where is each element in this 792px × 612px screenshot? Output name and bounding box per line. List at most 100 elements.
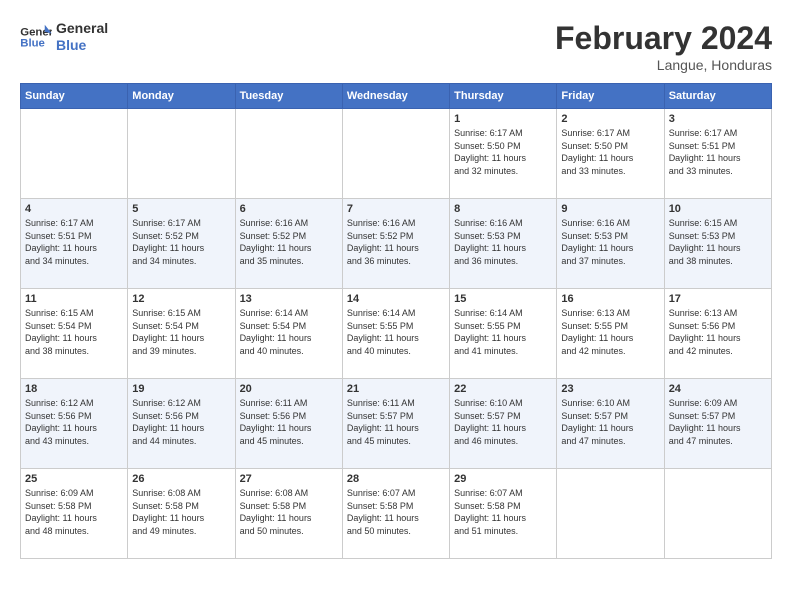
week-row-3: 18 Sunrise: 6:12 AM Sunset: 5:56 PM Dayli…	[21, 379, 772, 469]
day-cell: 16 Sunrise: 6:13 AM Sunset: 5:55 PM Dayli…	[557, 289, 664, 379]
header-cell-friday: Friday	[557, 84, 664, 109]
header-cell-thursday: Thursday	[450, 84, 557, 109]
day-info: Sunrise: 6:07 AM Sunset: 5:58 PM Dayligh…	[454, 487, 552, 537]
day-number: 15	[454, 293, 552, 305]
day-cell: 26 Sunrise: 6:08 AM Sunset: 5:58 PM Dayli…	[128, 469, 235, 559]
day-number: 7	[347, 203, 445, 215]
day-cell: 3 Sunrise: 6:17 AM Sunset: 5:51 PM Daylig…	[664, 109, 771, 199]
day-info: Sunrise: 6:11 AM Sunset: 5:56 PM Dayligh…	[240, 397, 338, 447]
day-cell: 10Sunrise: 6:15 AM Sunset: 5:53 PM Dayli…	[664, 199, 771, 289]
day-number: 21	[347, 383, 445, 395]
day-number: 8	[454, 203, 552, 215]
day-cell: 7Sunrise: 6:16 AM Sunset: 5:52 PM Daylig…	[342, 199, 449, 289]
day-cell	[128, 109, 235, 199]
day-info: Sunrise: 6:14 AM Sunset: 5:55 PM Dayligh…	[454, 307, 552, 357]
day-number: 1	[454, 113, 552, 125]
day-cell: 6 Sunrise: 6:16 AM Sunset: 5:52 PM Daylig…	[235, 199, 342, 289]
day-number: 22	[454, 383, 552, 395]
day-number: 25	[25, 473, 123, 485]
calendar-header: SundayMondayTuesdayWednesdayThursdayFrid…	[21, 84, 772, 109]
day-number: 28	[347, 473, 445, 485]
day-cell	[664, 469, 771, 559]
day-info: Sunrise: 6:17 AM Sunset: 5:51 PM Dayligh…	[669, 127, 767, 177]
day-info: Sunrise: 6:17 AM Sunset: 5:50 PM Dayligh…	[454, 127, 552, 177]
day-info: Sunrise: 6:17 AM Sunset: 5:51 PM Dayligh…	[25, 217, 123, 267]
day-info: Sunrise: 6:13 AM Sunset: 5:56 PM Dayligh…	[669, 307, 767, 357]
day-number: 16	[561, 293, 659, 305]
day-cell: 29Sunrise: 6:07 AM Sunset: 5:58 PM Dayli…	[450, 469, 557, 559]
day-info: Sunrise: 6:16 AM Sunset: 5:53 PM Dayligh…	[454, 217, 552, 267]
day-info: Sunrise: 6:17 AM Sunset: 5:52 PM Dayligh…	[132, 217, 230, 267]
day-number: 10	[669, 203, 767, 215]
day-number: 9	[561, 203, 659, 215]
day-info: Sunrise: 6:17 AM Sunset: 5:50 PM Dayligh…	[561, 127, 659, 177]
week-row-2: 11Sunrise: 6:15 AM Sunset: 5:54 PM Dayli…	[21, 289, 772, 379]
logo-icon: General Blue	[20, 23, 52, 51]
day-cell	[342, 109, 449, 199]
day-cell	[557, 469, 664, 559]
day-info: Sunrise: 6:09 AM Sunset: 5:58 PM Dayligh…	[25, 487, 123, 537]
header-cell-saturday: Saturday	[664, 84, 771, 109]
day-cell: 28 Sunrise: 6:07 AM Sunset: 5:58 PM Dayli…	[342, 469, 449, 559]
day-cell: 12Sunrise: 6:15 AM Sunset: 5:54 PM Dayli…	[128, 289, 235, 379]
day-number: 12	[132, 293, 230, 305]
day-info: Sunrise: 6:07 AM Sunset: 5:58 PM Dayligh…	[347, 487, 445, 537]
day-cell	[235, 109, 342, 199]
svg-text:Blue: Blue	[20, 37, 45, 49]
calendar-subtitle: Langue, Honduras	[555, 57, 772, 73]
day-cell: 25 Sunrise: 6:09 AM Sunset: 5:58 PM Dayli…	[21, 469, 128, 559]
logo-text-general: General	[56, 20, 108, 37]
day-cell: 24Sunrise: 6:09 AM Sunset: 5:57 PM Dayli…	[664, 379, 771, 469]
day-number: 2	[561, 113, 659, 125]
day-info: Sunrise: 6:08 AM Sunset: 5:58 PM Dayligh…	[132, 487, 230, 537]
logo: General Blue General Blue	[20, 20, 108, 54]
week-row-4: 25 Sunrise: 6:09 AM Sunset: 5:58 PM Dayli…	[21, 469, 772, 559]
logo-text-blue: Blue	[56, 37, 108, 54]
day-cell: 20 Sunrise: 6:11 AM Sunset: 5:56 PM Dayli…	[235, 379, 342, 469]
day-cell: 23 Sunrise: 6:10 AM Sunset: 5:57 PM Dayli…	[557, 379, 664, 469]
page-header: General Blue General Blue February 2024 …	[20, 20, 772, 73]
calendar-title: February 2024	[555, 20, 772, 57]
header-cell-sunday: Sunday	[21, 84, 128, 109]
day-cell: 19 Sunrise: 6:12 AM Sunset: 5:56 PM Dayli…	[128, 379, 235, 469]
day-cell: 5Sunrise: 6:17 AM Sunset: 5:52 PM Daylig…	[128, 199, 235, 289]
day-cell: 13 Sunrise: 6:14 AM Sunset: 5:54 PM Dayli…	[235, 289, 342, 379]
header-cell-monday: Monday	[128, 84, 235, 109]
header-cell-wednesday: Wednesday	[342, 84, 449, 109]
day-number: 3	[669, 113, 767, 125]
day-info: Sunrise: 6:12 AM Sunset: 5:56 PM Dayligh…	[132, 397, 230, 447]
day-cell: 22Sunrise: 6:10 AM Sunset: 5:57 PM Dayli…	[450, 379, 557, 469]
day-cell: 15 Sunrise: 6:14 AM Sunset: 5:55 PM Dayli…	[450, 289, 557, 379]
header-cell-tuesday: Tuesday	[235, 84, 342, 109]
day-info: Sunrise: 6:16 AM Sunset: 5:53 PM Dayligh…	[561, 217, 659, 267]
day-number: 13	[240, 293, 338, 305]
day-number: 27	[240, 473, 338, 485]
day-info: Sunrise: 6:08 AM Sunset: 5:58 PM Dayligh…	[240, 487, 338, 537]
title-area: February 2024 Langue, Honduras	[555, 20, 772, 73]
day-number: 26	[132, 473, 230, 485]
day-cell: 27 Sunrise: 6:08 AM Sunset: 5:58 PM Dayli…	[235, 469, 342, 559]
day-number: 19	[132, 383, 230, 395]
day-info: Sunrise: 6:11 AM Sunset: 5:57 PM Dayligh…	[347, 397, 445, 447]
day-number: 18	[25, 383, 123, 395]
header-row: SundayMondayTuesdayWednesdayThursdayFrid…	[21, 84, 772, 109]
day-cell: 1 Sunrise: 6:17 AM Sunset: 5:50 PM Daylig…	[450, 109, 557, 199]
week-row-1: 4Sunrise: 6:17 AM Sunset: 5:51 PM Daylig…	[21, 199, 772, 289]
day-cell: 11Sunrise: 6:15 AM Sunset: 5:54 PM Dayli…	[21, 289, 128, 379]
day-info: Sunrise: 6:14 AM Sunset: 5:55 PM Dayligh…	[347, 307, 445, 357]
calendar-table: SundayMondayTuesdayWednesdayThursdayFrid…	[20, 83, 772, 559]
day-number: 17	[669, 293, 767, 305]
day-info: Sunrise: 6:10 AM Sunset: 5:57 PM Dayligh…	[561, 397, 659, 447]
day-info: Sunrise: 6:16 AM Sunset: 5:52 PM Dayligh…	[240, 217, 338, 267]
day-number: 14	[347, 293, 445, 305]
day-cell: 21 Sunrise: 6:11 AM Sunset: 5:57 PM Dayli…	[342, 379, 449, 469]
day-number: 23	[561, 383, 659, 395]
day-number: 20	[240, 383, 338, 395]
day-info: Sunrise: 6:12 AM Sunset: 5:56 PM Dayligh…	[25, 397, 123, 447]
day-cell: 4Sunrise: 6:17 AM Sunset: 5:51 PM Daylig…	[21, 199, 128, 289]
day-info: Sunrise: 6:13 AM Sunset: 5:55 PM Dayligh…	[561, 307, 659, 357]
week-row-0: 1 Sunrise: 6:17 AM Sunset: 5:50 PM Daylig…	[21, 109, 772, 199]
day-number: 6	[240, 203, 338, 215]
day-info: Sunrise: 6:14 AM Sunset: 5:54 PM Dayligh…	[240, 307, 338, 357]
day-number: 11	[25, 293, 123, 305]
